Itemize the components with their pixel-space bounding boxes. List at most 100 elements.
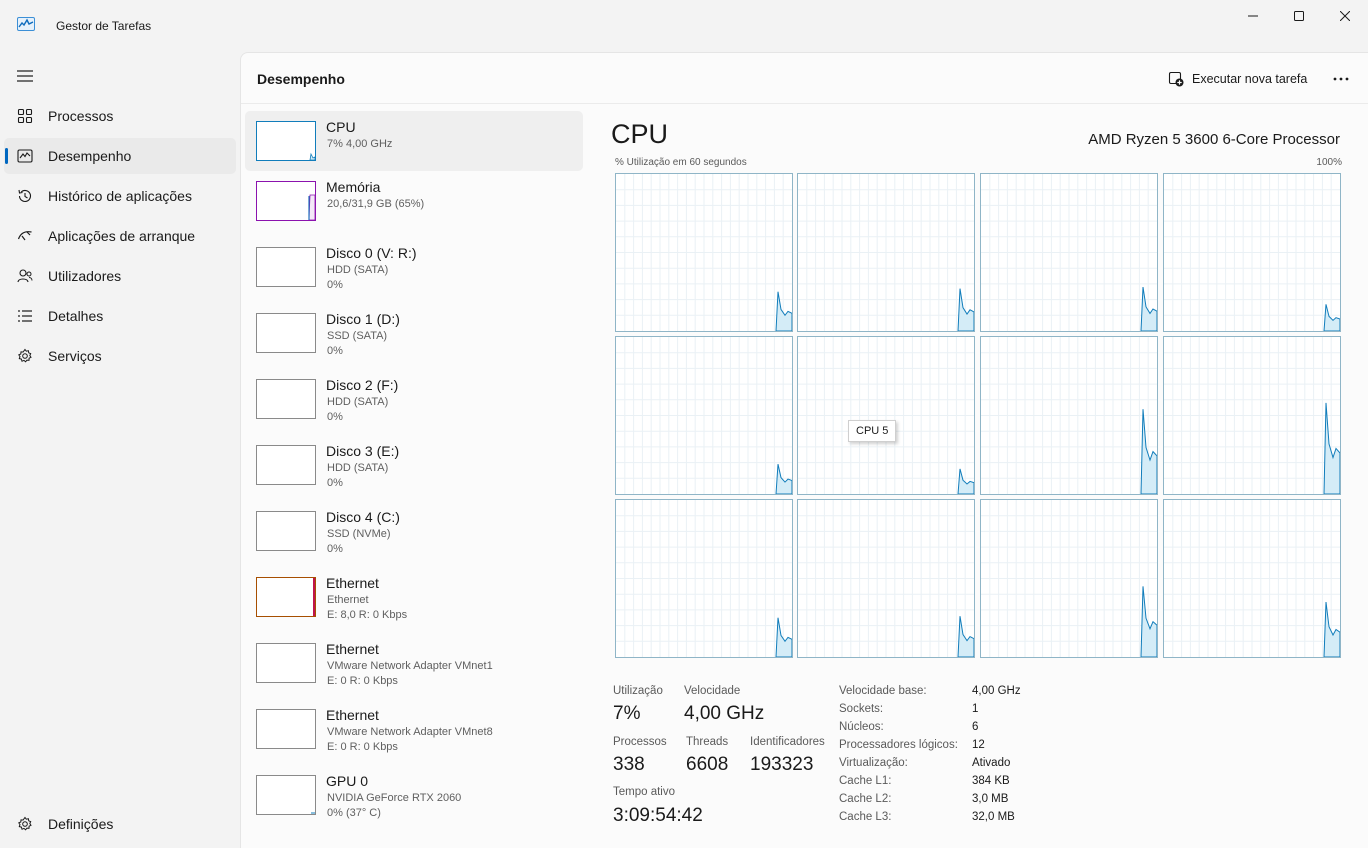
task-manager-app-icon [17, 17, 35, 31]
device-item-disk-1[interactable]: Disco 1 (D:) SSD (SATA) 0% [245, 303, 583, 363]
device-item-disk-4[interactable]: Disco 4 (C:) SSD (NVMe) 0% [245, 501, 583, 561]
device-item-disk-3[interactable]: Disco 3 (E:) HDD (SATA) 0% [245, 435, 583, 495]
cpu-core-graph[interactable] [1163, 499, 1341, 658]
nav-item-performance[interactable]: Desempenho [4, 138, 236, 174]
core-graph-plot [616, 174, 792, 331]
nav-item-label: Utilizadores [48, 268, 122, 284]
core-graph-plot [616, 337, 792, 494]
core-graph-plot [981, 500, 1157, 657]
maximize-button[interactable] [1276, 0, 1322, 32]
device-item-cpu[interactable]: CPU 7% 4,00 GHz [245, 111, 583, 171]
nav-item-processes[interactable]: Processos [4, 98, 236, 134]
device-name: CPU [326, 119, 356, 135]
utilization-value: 7% [613, 703, 641, 724]
device-detail: HDD (SATA) [327, 462, 389, 474]
core-usage-area [957, 616, 974, 657]
device-usage: E: 0 R: 0 Kbps [327, 675, 398, 687]
core-graph-plot [1164, 500, 1340, 657]
core-graph-plot [798, 337, 974, 494]
spec-label: Cache L3: [839, 811, 892, 823]
device-name: Disco 1 (D:) [326, 311, 400, 327]
device-detail: 7% 4,00 GHz [327, 138, 393, 150]
performance-page: Desempenho Executar nova tarefa CPU 7% 4… [240, 52, 1368, 848]
spec-value: 12 [972, 739, 985, 751]
minimize-button[interactable] [1230, 0, 1276, 32]
cpu-core-graph[interactable] [980, 173, 1158, 332]
spec-label: Velocidade base: [839, 685, 927, 697]
device-usage: 0% [327, 345, 343, 357]
ethernet-thumbnail-graph [256, 643, 316, 683]
nav-item-app-history[interactable]: Histórico de aplicações [4, 178, 236, 214]
nav-item-users[interactable]: Utilizadores [4, 258, 236, 294]
device-item-disk-0[interactable]: Disco 0 (V: R:) HDD (SATA) 0% [245, 237, 583, 297]
nav-item-details[interactable]: Detalhes [4, 298, 236, 334]
core-usage-area [957, 288, 974, 331]
core-graph-plot [798, 174, 974, 331]
device-usage: 0% [327, 477, 343, 489]
gear-icon [18, 816, 32, 831]
close-button[interactable] [1322, 0, 1368, 32]
cpu-core-graph[interactable] [797, 173, 975, 332]
services-icon [18, 348, 32, 363]
more-options-button[interactable] [1329, 68, 1353, 90]
spec-value: 384 KB [972, 775, 1010, 787]
cpu-detail-title: CPU [611, 119, 669, 149]
spec-label: Sockets: [839, 703, 884, 715]
device-detail: SSD (SATA) [327, 330, 388, 342]
run-new-task-button[interactable]: Executar nova tarefa [1168, 68, 1307, 90]
nav-item-startup-apps[interactable]: Aplicações de arranque [4, 218, 236, 254]
core-tooltip: CPU 5 [848, 420, 897, 442]
cpu-core-graph[interactable] [797, 499, 975, 658]
graph-max-label: 100% [1316, 157, 1342, 168]
core-graph-plot [981, 337, 1157, 494]
memory-thumbnail-graph [256, 181, 316, 221]
gpu-thumbnail-graph [256, 775, 316, 815]
core-graph-plot [1164, 174, 1340, 331]
device-item-memory[interactable]: Memória 20,6/31,9 GB (65%) [245, 171, 583, 231]
handles-value: 193323 [750, 754, 814, 775]
cpu-core-graph[interactable] [615, 173, 793, 332]
device-item-ethernet-vmnet1[interactable]: Ethernet VMware Network Adapter VMnet1 E… [245, 633, 583, 693]
cpu-core-graph[interactable] [980, 336, 1158, 495]
cpu-core-graph[interactable] [980, 499, 1158, 658]
device-item-ethernet[interactable]: Ethernet Ethernet E: 8,0 R: 0 Kbps [245, 567, 583, 627]
performance-icon [17, 149, 33, 163]
device-item-gpu-0[interactable]: GPU 0 NVIDIA GeForce RTX 2060 0% (37° C) [245, 765, 583, 825]
nav-item-label: Processos [48, 108, 114, 124]
core-graph-plot [616, 500, 792, 657]
nav-item-services[interactable]: Serviços [4, 338, 236, 374]
hamburger-menu-icon[interactable] [16, 69, 34, 83]
window-title: Gestor de Tarefas [56, 19, 152, 33]
run-new-task-label: Executar nova tarefa [1192, 72, 1308, 86]
nav-item-label: Histórico de aplicações [48, 188, 192, 204]
spec-label: Cache L1: [839, 775, 892, 787]
device-item-ethernet-vmnet8[interactable]: Ethernet VMware Network Adapter VMnet8 E… [245, 699, 583, 759]
core-usage-area [1140, 586, 1157, 657]
core-usage-area [775, 464, 792, 494]
cpu-core-graph[interactable] [615, 499, 793, 658]
device-detail: SSD (NVMe) [327, 528, 391, 540]
core-graph-plot [1164, 337, 1340, 494]
navigation-pane: Processos Desempenho Histórico de aplica… [0, 52, 240, 848]
graph-caption: % Utilização em 60 segundos [615, 157, 747, 168]
nav-item-settings[interactable]: Definições [4, 806, 236, 842]
handles-label: Identificadores [750, 736, 825, 748]
cpu-core-graph[interactable] [797, 336, 975, 495]
device-name: Disco 4 (C:) [326, 509, 400, 525]
device-name: Ethernet [326, 641, 379, 657]
cpu-core-graph[interactable] [1163, 173, 1341, 332]
utilization-label: Utilização [613, 685, 663, 697]
core-usage-area [1140, 286, 1157, 331]
device-item-disk-2[interactable]: Disco 2 (F:) HDD (SATA) 0% [245, 369, 583, 429]
device-detail: NVIDIA GeForce RTX 2060 [327, 792, 462, 804]
core-usage-area [775, 617, 792, 657]
device-detail: VMware Network Adapter VMnet8 [327, 726, 493, 738]
cpu-thumbnail-graph [256, 121, 316, 161]
users-icon [17, 269, 33, 283]
device-usage: 0% [327, 543, 343, 555]
device-detail: HDD (SATA) [327, 396, 389, 408]
cpu-model-name: AMD Ryzen 5 3600 6-Core Processor [1088, 131, 1340, 148]
speed-value: 4,00 GHz [684, 703, 765, 724]
cpu-core-graph[interactable] [1163, 336, 1341, 495]
cpu-core-graph[interactable] [615, 336, 793, 495]
